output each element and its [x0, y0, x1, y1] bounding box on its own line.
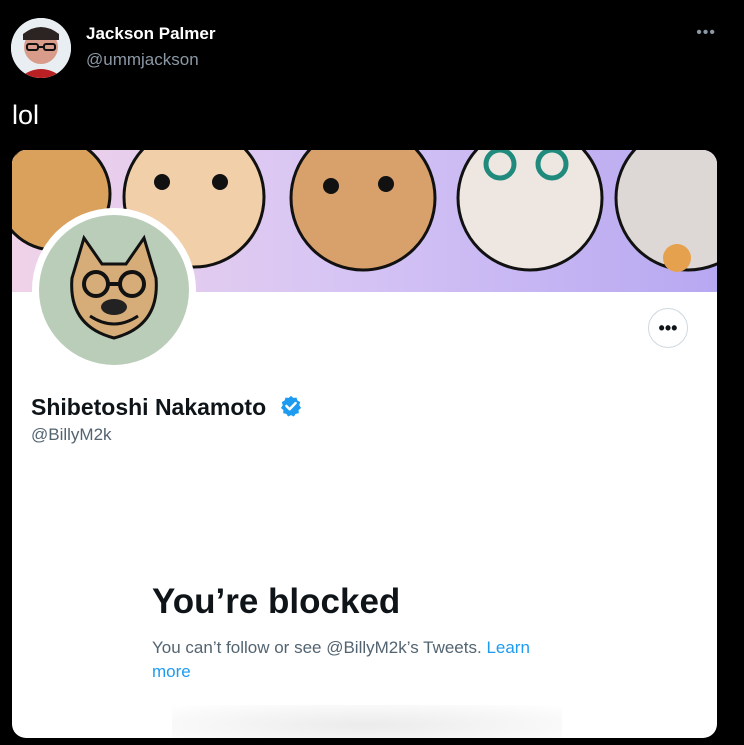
profile-display-name[interactable]: Shibetoshi Nakamoto	[31, 394, 266, 421]
blocked-title: You’re blocked	[152, 582, 401, 621]
tweet-text: lol	[12, 100, 40, 130]
more-options-button[interactable]: •••	[648, 308, 688, 348]
tweet-author-avatar[interactable]	[11, 18, 71, 78]
tweet-author-name[interactable]: Jackson Palmer	[86, 24, 215, 44]
verified-badge-icon	[280, 395, 302, 417]
profile-avatar[interactable]	[32, 208, 196, 372]
blocked-message: You can’t follow or see @BillyM2k’s Twee…	[152, 636, 572, 684]
more-horizontal-icon[interactable]: •••	[696, 24, 716, 42]
blocked-message-text: You can’t follow or see @BillyM2k’s Twee…	[152, 638, 487, 657]
doge-avatar-icon	[34, 210, 194, 370]
tweet-author-handle[interactable]: @ummjackson	[86, 50, 199, 70]
bottom-fade	[172, 705, 562, 738]
profile-handle[interactable]: @BillyM2k	[31, 425, 112, 445]
author-photo-icon	[11, 18, 71, 78]
tweet-media-card[interactable]: ••• Shibetoshi Nakamoto @BillyM2k You’re…	[12, 150, 717, 738]
